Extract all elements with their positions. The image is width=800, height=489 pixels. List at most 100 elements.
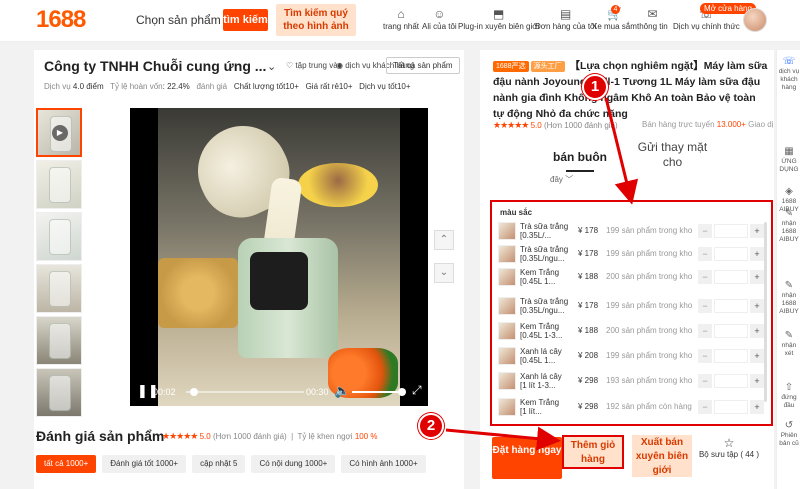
variant-image[interactable]: [498, 398, 516, 416]
quantity-increment-button[interactable]: +: [750, 324, 764, 338]
video-progress-handle[interactable]: [190, 388, 199, 396]
variant-row: Xanh lá cây [0.45L 1... ¥ 208 199 sản phẩm …: [498, 347, 764, 367]
tab-dropship[interactable]: Gửi thay mặt cho: [630, 140, 715, 170]
quantity-input[interactable]: [714, 349, 748, 363]
follow-button[interactable]: ♡ tập trung vào: [286, 58, 342, 74]
quantity-increment-button[interactable]: +: [750, 270, 764, 284]
tag-source-factory: 源头工厂: [530, 61, 565, 72]
review-filter-good[interactable]: Đánh giá tốt 1000+: [102, 455, 187, 473]
sidebar-item[interactable]: ☏ dịch vụ khách hàng: [777, 56, 800, 92]
nav-orders[interactable]: ▤ Đơn hàng của tôi: [535, 6, 596, 31]
quantity-input[interactable]: [714, 299, 748, 313]
variant-price: ¥ 188: [578, 326, 599, 335]
avatar[interactable]: [743, 8, 767, 32]
quantity-decrement-button[interactable]: −: [698, 374, 712, 388]
chevron-up-icon[interactable]: ⌃: [434, 230, 454, 250]
quantity-increment-button[interactable]: +: [750, 299, 764, 313]
thumbnail[interactable]: [36, 264, 82, 313]
quantity-input[interactable]: [714, 270, 748, 284]
quantity-input[interactable]: [714, 374, 748, 388]
chat-icon: ◉: [336, 61, 343, 70]
variant-scrollbar[interactable]: [764, 222, 767, 402]
variant-label: màu sắc: [500, 208, 533, 217]
quantity-decrement-button[interactable]: −: [698, 349, 712, 363]
variant-image[interactable]: [498, 222, 516, 240]
add-to-cart-button[interactable]: Thêm giỏ hàng: [562, 435, 624, 469]
all-products-button[interactable]: Tất cả sản phẩm: [386, 57, 460, 74]
site-logo[interactable]: 1688: [36, 6, 86, 34]
variant-image[interactable]: [498, 268, 516, 286]
quantity-increment-button[interactable]: +: [750, 400, 764, 414]
thumbnail-video[interactable]: ▶: [36, 108, 82, 157]
quantity-decrement-button[interactable]: −: [698, 324, 712, 338]
mute-icon[interactable]: 🔈: [334, 383, 350, 399]
variant-image[interactable]: [498, 347, 516, 365]
product-rating[interactable]: ★★★★★ 5.0 (Hơn 1000 đánh giá): [493, 120, 618, 131]
variant-stock: 199 sản phẩm trong kho: [606, 351, 693, 360]
thumbnail[interactable]: [36, 368, 82, 417]
quantity-decrement-button[interactable]: −: [698, 247, 712, 261]
volume-track[interactable]: [352, 391, 404, 393]
quantity-increment-button[interactable]: +: [750, 349, 764, 363]
review-filter-images[interactable]: Có hình ảnh 1000+: [341, 455, 426, 473]
thumbnail[interactable]: [36, 160, 82, 209]
variant-stock: 200 sản phẩm trong kho: [606, 272, 693, 281]
variant-image[interactable]: [498, 297, 516, 315]
quantity-decrement-button[interactable]: −: [698, 299, 712, 313]
video-progress-track[interactable]: [186, 391, 304, 393]
sidebar-item[interactable]: ✎ nhận xét: [777, 330, 800, 358]
variant-row: Kem Trắng [0.45L 1... ¥ 188 200 sản phẩm tr…: [498, 268, 764, 288]
chevron-down-icon[interactable]: ⌄: [434, 263, 454, 283]
sidebar-item[interactable]: ✎ nhận 1688 AIBUY: [777, 208, 800, 244]
thumbnail[interactable]: [36, 212, 82, 261]
search-button[interactable]: tìm kiếm: [223, 9, 268, 31]
quantity-increment-button[interactable]: +: [750, 374, 764, 388]
quantity-input[interactable]: [714, 400, 748, 414]
nav-messages[interactable]: ✉ thông tin: [637, 6, 668, 31]
plugin-icon: ⬒: [492, 7, 505, 21]
tab-wholesale[interactable]: bán buôn: [553, 150, 607, 172]
review-filter-content[interactable]: Có nội dung 1000+: [251, 455, 336, 473]
review-filter-all[interactable]: tất cả 1000+: [36, 455, 97, 473]
quantity-decrement-button[interactable]: −: [698, 400, 712, 414]
store-metrics: Dịch vụ 4.0 điểm Tỷ lệ hoàn vốn: 22.4% đ…: [44, 82, 411, 91]
image-search-button[interactable]: Tìm kiếm quý theo hình ảnh: [276, 4, 356, 36]
store-name[interactable]: Công ty TNHH Chuỗi cung ứng ...: [44, 58, 266, 74]
quantity-decrement-button[interactable]: −: [698, 270, 712, 284]
nav-home[interactable]: ⌂ trang nhất: [383, 6, 419, 31]
sidebar-item[interactable]: ✎ nhận 1688 AIBUY: [777, 280, 800, 316]
variant-row: Trà sữa trắng [0.35L/ngu... ¥ 178 199 sản p…: [498, 245, 764, 265]
variant-price: ¥ 298: [578, 376, 599, 385]
variant-image[interactable]: [498, 245, 516, 263]
volume-handle[interactable]: [398, 388, 406, 396]
review-filter-updated[interactable]: cập nhật 5: [192, 455, 246, 473]
variant-image[interactable]: [498, 322, 516, 340]
right-sidebar: ☏ dịch vụ khách hàng ▦ ỨNG DỤNG ◈ 1688 AIBUY ✎…: [776, 50, 800, 489]
collection-button[interactable]: ☆ Bộ sưu tập ( 44 ): [696, 436, 762, 459]
nav-my-ali[interactable]: ☺ Ali của tôi: [422, 6, 457, 31]
cross-border-button[interactable]: Xuất bán xuyên biên giới: [632, 435, 692, 477]
nav-plugin[interactable]: ⬒ Plug-in xuyên biên giới: [458, 6, 539, 31]
chevron-down-icon[interactable]: ⌄: [267, 60, 276, 73]
sidebar-item[interactable]: ⇧ đứng đầu: [777, 382, 800, 410]
sidebar-item[interactable]: ↺ Phiên bản cũ: [777, 420, 800, 448]
quantity-increment-button[interactable]: +: [750, 247, 764, 261]
annotation-marker-2: 2: [418, 413, 444, 439]
quantity-input[interactable]: [714, 324, 748, 338]
quantity-input[interactable]: [714, 224, 748, 238]
fullscreen-icon[interactable]: ⤢: [412, 383, 422, 398]
quantity-decrement-button[interactable]: −: [698, 224, 712, 238]
sort-filter[interactable]: đây ﹀: [550, 174, 573, 185]
quantity-input[interactable]: [714, 247, 748, 261]
edit-icon: ✎: [784, 280, 794, 291]
variant-image[interactable]: [498, 372, 516, 390]
thumbnail[interactable]: [36, 316, 82, 365]
variant-stock: 200 sản phẩm trong kho: [606, 326, 693, 335]
orders-icon: ▤: [559, 7, 572, 21]
product-video[interactable]: ❚❚ 00:02 00:30 🔈 ⤢: [130, 108, 428, 406]
order-now-button[interactable]: Đặt hàng ngay: [492, 437, 562, 479]
review-filters: tất cả 1000+ Đánh giá tốt 1000+ cập nhật 5…: [36, 455, 432, 473]
quantity-increment-button[interactable]: +: [750, 224, 764, 238]
sidebar-item[interactable]: ▦ ỨNG DỤNG: [777, 146, 800, 174]
variant-name: Kem Trắng [0.45L 1-3...: [520, 322, 563, 340]
